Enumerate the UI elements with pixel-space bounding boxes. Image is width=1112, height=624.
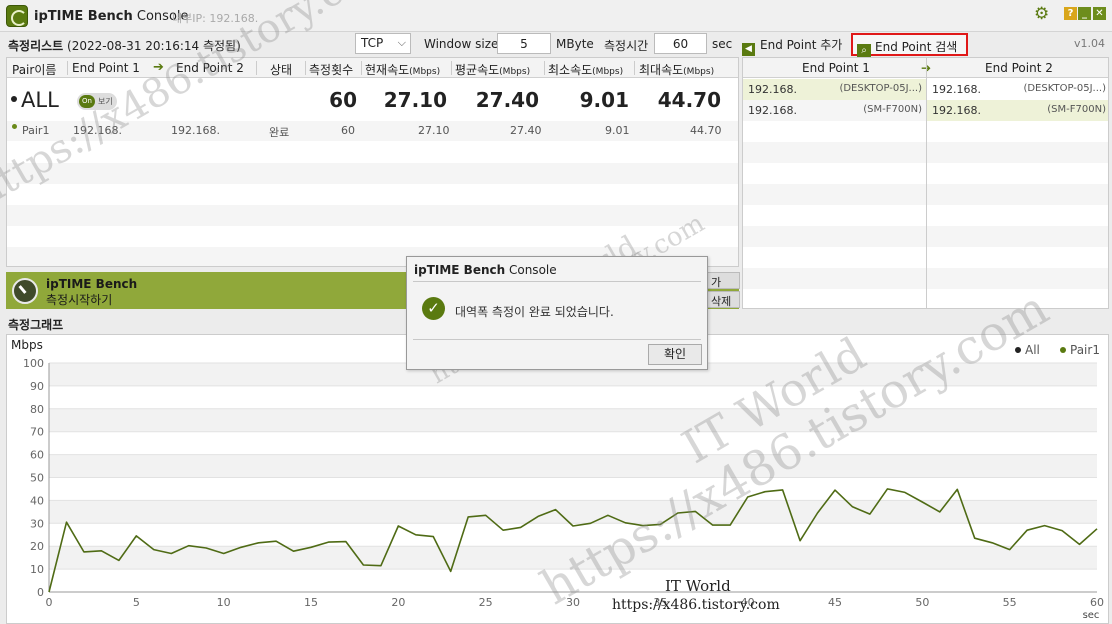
y-tick-label: 60 [30,449,44,462]
grid-band [49,454,1097,478]
y-tick-label: 50 [30,472,44,485]
watermark-site-text: IT World [665,577,731,595]
completion-dialog: ipTIME Bench Console ✓ 대역폭 측정이 완료 되었습니다.… [406,256,708,370]
x-tick-label: 25 [479,596,493,609]
x-tick-label: 20 [391,596,405,609]
dialog-divider [413,281,701,282]
y-tick-label: 30 [30,517,44,530]
y-tick-label: 10 [30,563,44,576]
x-tick-label: 5 [133,596,140,609]
y-tick-label: 0 [37,586,44,599]
x-tick-label: 0 [46,596,53,609]
y-tick-label: 100 [23,357,44,370]
y-tick-label: 90 [30,380,44,393]
grid-band [49,546,1097,570]
watermark-url-text: https://x486.tistory.com [612,597,780,613]
y-tick-label: 40 [30,494,44,507]
x-axis-unit: sec [1083,610,1100,621]
x-tick-label: 15 [304,596,318,609]
x-tick-label: 45 [828,596,842,609]
dialog-title: ipTIME Bench Console [414,263,557,277]
x-tick-label: 50 [915,596,929,609]
x-tick-label: 55 [1003,596,1017,609]
x-tick-label: 30 [566,596,580,609]
y-tick-label: 20 [30,540,44,553]
grid-band [49,408,1097,432]
y-tick-label: 80 [30,403,44,416]
dialog-message: 대역폭 측정이 완료 되었습니다. [455,305,614,319]
ok-button[interactable]: 확인 [648,344,702,365]
checkmark-icon: ✓ [422,297,445,320]
dialog-divider [413,339,701,340]
x-tick-label: 60 [1090,596,1104,609]
x-tick-label: 10 [217,596,231,609]
y-tick-label: 70 [30,426,44,439]
